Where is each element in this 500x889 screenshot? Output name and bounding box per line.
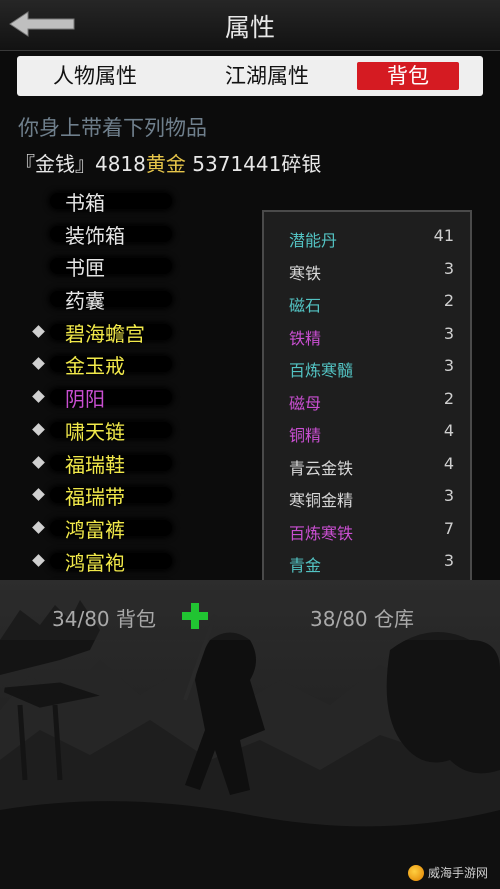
material-name: 百炼寒髓 [289, 361, 354, 380]
material-count: 3 [443, 486, 454, 505]
item-name: 金玉戒 [65, 354, 125, 379]
material-name: 铁精 [289, 328, 322, 348]
equipped-diamond-icon [32, 553, 45, 567]
material-name: 百炼寒铁 [289, 523, 354, 543]
inventory-subtitle: 你身上带着下列物品 [18, 116, 207, 140]
materials-panel[interactable]: 潜能丹 41 寒铁 3 磁石 2 铁精 3 百炼寒髓 3 磁母 2 铜精 4 青云金铁 4 寒铜金精 3 百炼寒铁 7… [262, 210, 472, 582]
material-row[interactable]: 青金 3 [264, 545, 470, 577]
equipped-diamond-icon [32, 521, 45, 534]
item-name: 福瑞鞋 [65, 452, 125, 477]
inventory-item[interactable]: 金玉戒 [30, 348, 230, 381]
material-row[interactable]: 潜能丹 41 [264, 220, 470, 252]
page-title: 属性 [224, 13, 275, 42]
item-name: 药囊 [65, 289, 105, 314]
material-name: 青云金铁 [289, 458, 354, 478]
material-count: 4 [443, 421, 454, 440]
inventory-item[interactable]: 书匣 [30, 250, 230, 283]
watermark-text: 威海手游网 [427, 866, 488, 880]
equipped-diamond-icon [32, 422, 45, 436]
material-row[interactable]: 磁母 2 [264, 383, 470, 415]
material-row[interactable]: 青云金铁 4 [264, 448, 470, 480]
material-row[interactable]: 百炼寒铁 7 [264, 513, 470, 545]
material-row[interactable]: 铁精 3 [264, 318, 470, 350]
material-row[interactable]: 磁石 2 [264, 285, 470, 317]
item-name: 阴阳 [65, 387, 105, 412]
material-count: 2 [443, 291, 454, 310]
watermark: 威海手游网 [407, 864, 488, 881]
plus-icon [182, 603, 208, 629]
tab-backpack[interactable]: 背包 [357, 62, 459, 90]
equipped-diamond-icon [32, 324, 45, 338]
material-count: 3 [443, 551, 454, 570]
material-name: 青金 [289, 556, 322, 575]
equipped-diamond-icon [32, 488, 45, 502]
material-name: 磁石 [289, 296, 322, 315]
money-prefix: 『金钱』 [15, 152, 95, 176]
material-name: 寒铜金精 [289, 491, 354, 510]
inventory-item[interactable]: 碧海蟾宫 [30, 316, 230, 349]
tab-bar: 人物属性 江湖属性 背包 [17, 56, 483, 96]
gold-label: 黄金 [145, 152, 186, 176]
inventory-item[interactable]: 药囊 [30, 283, 230, 316]
material-name: 磁母 [289, 393, 322, 413]
material-row[interactable]: 铜精 4 [264, 415, 470, 447]
item-name: 鸿富袍 [65, 550, 125, 575]
inventory-item[interactable]: 福瑞鞋 [30, 447, 230, 480]
bag-capacity: 34/80 背包 [52, 607, 156, 631]
material-count: 2 [443, 388, 454, 408]
material-row[interactable]: 百炼寒髓 3 [264, 350, 470, 382]
item-name: 装饰箱 [65, 223, 125, 248]
inventory-item[interactable]: 鸿富袍 [30, 545, 230, 578]
material-count: 3 [443, 323, 454, 343]
tab-jianghu-attributes[interactable]: 江湖属性 [187, 62, 347, 90]
item-name: 书箱 [65, 191, 105, 215]
inventory-item[interactable]: 福瑞带 [30, 479, 230, 512]
material-row[interactable]: 寒铁 3 [264, 253, 470, 285]
watermark-logo-icon [407, 864, 424, 881]
item-name: 啸天链 [65, 419, 125, 444]
gold-value: 4818 [95, 152, 146, 176]
expand-bag-button[interactable] [180, 601, 210, 631]
inventory-list[interactable]: 书箱装饰箱书匣药囊碧海蟾宫金玉戒阴阳啸天链福瑞鞋福瑞带鸿富裤鸿富袍集福帽 [30, 185, 230, 583]
money-line: 『金钱』4818黄金 5371441碎银 [15, 148, 321, 177]
silver-text: 5371441碎银 [192, 152, 322, 176]
top-bar: 属性 [0, 0, 500, 51]
item-name: 碧海蟾宫 [65, 321, 145, 346]
inventory-item[interactable]: 啸天链 [30, 414, 230, 447]
item-name: 鸿富裤 [65, 517, 125, 542]
inventory-item[interactable]: 装饰箱 [30, 218, 230, 251]
material-count: 3 [443, 356, 454, 375]
inventory-item[interactable]: 书箱 [30, 185, 230, 218]
material-name: 潜能丹 [289, 231, 338, 250]
material-name: 寒铁 [289, 263, 322, 283]
material-count: 7 [443, 518, 454, 538]
storage-capacity[interactable]: 38/80 仓库 [310, 603, 414, 632]
item-name: 书匣 [65, 256, 105, 281]
equipped-diamond-icon [32, 390, 45, 403]
material-count: 41 [433, 226, 454, 245]
item-name: 福瑞带 [65, 485, 125, 510]
inventory-item[interactable]: 阴阳 [30, 381, 230, 414]
material-count: 3 [443, 258, 454, 278]
material-name: 铜精 [289, 426, 322, 445]
material-count: 4 [443, 453, 454, 473]
inventory-item[interactable]: 鸿富裤 [30, 512, 230, 545]
equipped-diamond-icon [32, 455, 45, 469]
equipped-diamond-icon [32, 357, 45, 371]
tab-character-attributes[interactable]: 人物属性 [35, 62, 155, 90]
material-row[interactable]: 寒铜金精 3 [264, 480, 470, 512]
